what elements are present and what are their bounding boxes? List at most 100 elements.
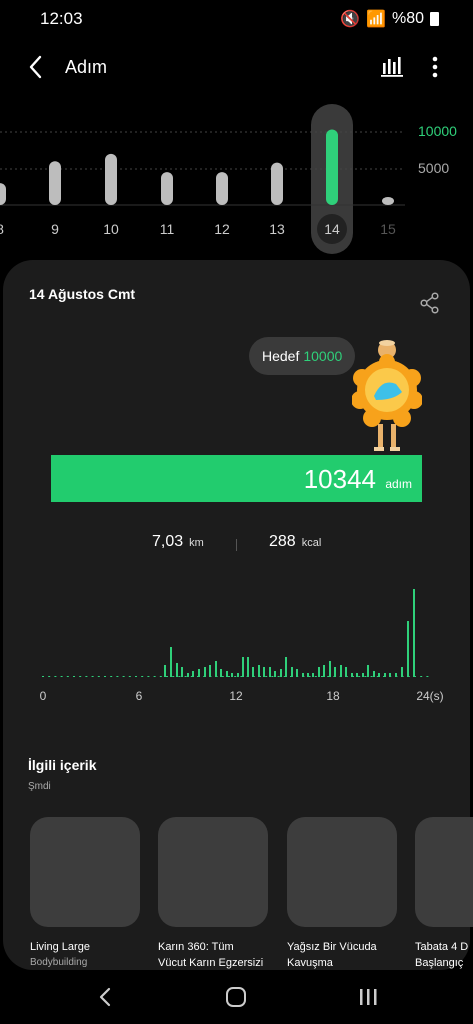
mute-icon: 🔇 bbox=[340, 11, 361, 28]
status-bar: 12:03 🔇 📶 %80 bbox=[0, 0, 473, 38]
week-day-label-8: 8 bbox=[0, 221, 4, 237]
hourly-bar bbox=[307, 673, 309, 677]
related-item-4-title-line2[interactable]: Başlangıç bbox=[415, 957, 473, 969]
hourly-bar bbox=[263, 667, 265, 677]
week-day-label-11: 11 bbox=[160, 221, 175, 237]
hourly-baseline-dot bbox=[104, 676, 106, 677]
more-options-icon[interactable] bbox=[425, 54, 445, 80]
hourly-bar bbox=[285, 657, 287, 677]
hourly-bar bbox=[340, 665, 342, 677]
goal-bubble: Hedef 10000 bbox=[249, 337, 356, 375]
related-item-3-title[interactable]: Yağsız Bir Vücuda bbox=[287, 941, 377, 953]
week-bar-12 bbox=[216, 172, 228, 205]
back-icon[interactable] bbox=[22, 52, 52, 82]
hourly-bar bbox=[258, 665, 260, 677]
battery-icon bbox=[430, 12, 439, 26]
hourly-baseline-dot bbox=[73, 676, 75, 677]
related-item-1-subtitle: Bodybuilding bbox=[30, 957, 88, 968]
related-item-2-title[interactable]: Karın 360: Tüm bbox=[158, 941, 234, 953]
related-item-2-thumbnail[interactable] bbox=[158, 817, 268, 927]
hourly-bar bbox=[231, 673, 233, 677]
chart-icon[interactable] bbox=[380, 54, 404, 78]
hourly-baseline-dot bbox=[327, 676, 330, 677]
week-bar-11 bbox=[161, 172, 173, 205]
hourly-bar bbox=[302, 673, 304, 677]
hourly-bar bbox=[318, 667, 320, 677]
related-item-1-thumbnail[interactable] bbox=[30, 817, 140, 927]
hourly-bar bbox=[164, 665, 166, 677]
related-content-subtitle: Şmdi bbox=[28, 781, 51, 792]
hourly-bar bbox=[395, 673, 397, 677]
hourly-baseline-dot bbox=[128, 676, 131, 677]
hourly-baseline-dot bbox=[364, 676, 367, 677]
status-icons: 🔇 📶 %80 bbox=[340, 9, 439, 29]
battery-label: %80 bbox=[391, 10, 424, 27]
hourly-baseline-dot bbox=[48, 676, 51, 677]
wifi-icon: 📶 bbox=[366, 11, 386, 28]
calories-stat: 288 kcal bbox=[269, 533, 321, 551]
hourly-bar bbox=[323, 665, 325, 677]
page-title: Adım bbox=[65, 57, 108, 77]
hourly-baseline-dot bbox=[426, 676, 429, 677]
related-item-4-title[interactable]: Tabata 4 D bbox=[415, 941, 473, 953]
hourly-baseline-dot bbox=[79, 676, 82, 677]
hourly-axis-tick: 24(s) bbox=[416, 689, 443, 703]
hourly-baseline-dot bbox=[153, 676, 156, 677]
goal-label: Hedef bbox=[262, 348, 300, 364]
hourly-baseline-dot bbox=[265, 676, 268, 677]
week-day-label-10: 10 bbox=[103, 221, 119, 237]
hourly-bar bbox=[334, 667, 336, 677]
hourly-bar bbox=[198, 669, 200, 677]
hourly-bar bbox=[204, 667, 206, 677]
weekly-steps-chart[interactable]: 10000 5000 8 9 10 11 12 13 14 15 bbox=[0, 96, 473, 256]
goal-label-mid: 5000 bbox=[418, 160, 449, 176]
hourly-bar bbox=[181, 667, 183, 677]
nav-recents-icon[interactable] bbox=[357, 986, 379, 1008]
week-bar-13 bbox=[271, 162, 283, 205]
steps-progress-bar: 10344 adım bbox=[51, 455, 422, 502]
hourly-baseline-dot bbox=[234, 676, 237, 677]
hourly-baseline-dot bbox=[358, 676, 361, 677]
week-day-label-13: 13 bbox=[269, 221, 285, 237]
hourly-bar bbox=[242, 657, 244, 677]
hourly-baseline-dot bbox=[321, 676, 323, 677]
related-item-1-title[interactable]: Living Large bbox=[30, 941, 90, 953]
hourly-baseline-dot bbox=[172, 676, 175, 677]
hourly-bar bbox=[226, 671, 228, 677]
hourly-bar bbox=[220, 669, 222, 677]
hourly-bar bbox=[215, 661, 217, 677]
calories-value: 288 bbox=[269, 533, 296, 550]
nav-home-icon[interactable] bbox=[225, 986, 247, 1008]
related-item-2-title-line2[interactable]: Vücut Karın Egzersizi bbox=[158, 957, 263, 969]
hourly-baseline-dot bbox=[314, 676, 317, 677]
related-content-title: İlgili içerik bbox=[28, 757, 97, 773]
hourly-baseline-dot bbox=[60, 676, 63, 677]
hourly-baseline-dot bbox=[147, 676, 150, 677]
hourly-baseline-dot bbox=[141, 676, 144, 677]
hourly-bar bbox=[345, 667, 347, 677]
share-icon[interactable] bbox=[419, 292, 441, 314]
hourly-axis-tick: 12 bbox=[229, 689, 243, 703]
hourly-bar bbox=[362, 673, 364, 677]
hourly-baseline-dot bbox=[91, 676, 94, 677]
hourly-baseline-dot bbox=[420, 676, 423, 677]
hourly-bar bbox=[296, 669, 298, 677]
related-item-4-thumbnail[interactable] bbox=[415, 817, 473, 927]
related-item-3-thumbnail[interactable] bbox=[287, 817, 397, 927]
hourly-bar bbox=[176, 663, 178, 677]
hourly-bar bbox=[367, 665, 369, 677]
nav-back-icon[interactable] bbox=[95, 986, 115, 1008]
hourly-bar bbox=[389, 673, 391, 677]
distance-unit: km bbox=[189, 537, 204, 549]
hourly-baseline-dot bbox=[277, 676, 280, 677]
status-time: 12:03 bbox=[40, 9, 83, 28]
distance-value: 7,03 bbox=[152, 533, 184, 550]
related-item-3-title-line2[interactable]: Kavuşma bbox=[287, 957, 333, 969]
week-bar-15 bbox=[382, 197, 394, 205]
hourly-baseline-dot bbox=[110, 676, 113, 677]
hourly-bar bbox=[252, 667, 254, 677]
mascot-icon bbox=[352, 340, 422, 451]
hourly-bar bbox=[378, 673, 380, 677]
hourly-bar bbox=[192, 671, 194, 677]
week-day-label-14: 14 bbox=[324, 221, 340, 237]
